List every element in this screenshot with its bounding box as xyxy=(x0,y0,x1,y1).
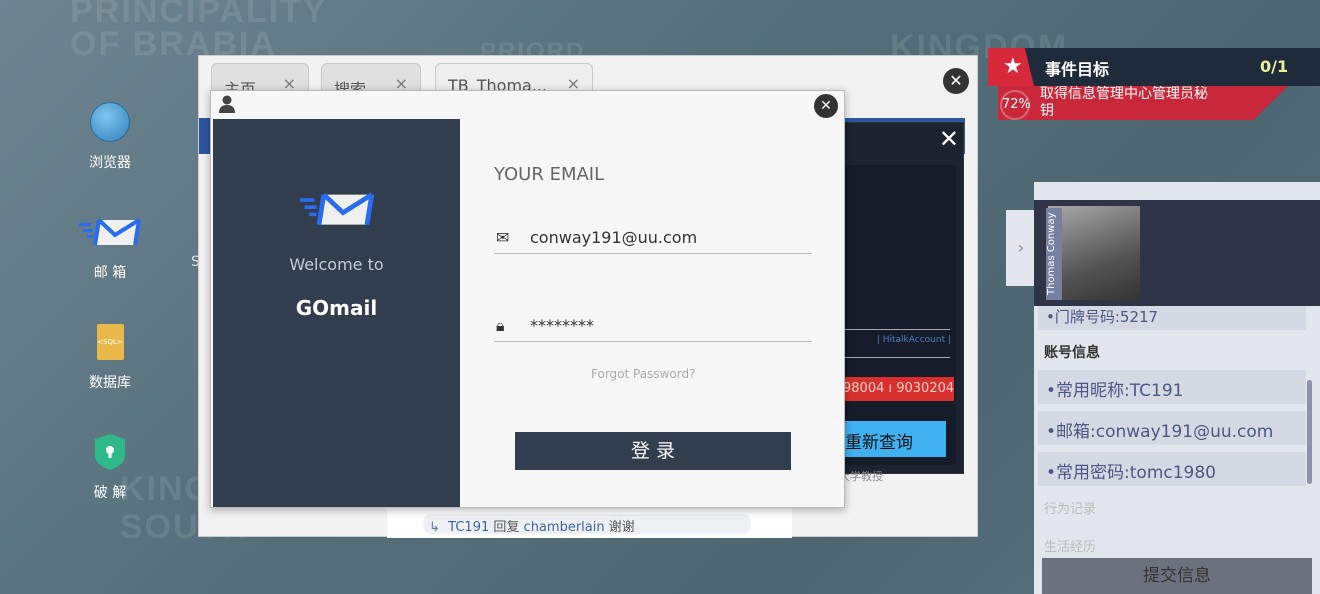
profile-panel: › Thomas Conway •门牌号码:5217 账号信息 •常用昵称:TC… xyxy=(1006,182,1320,594)
comment-target-link[interactable]: chamberlain xyxy=(524,520,605,535)
gomail-login-window: ✕ Welcome to GOmail YOUR EMAIL ✉ conway19… xyxy=(210,90,845,508)
scrollbar[interactable] xyxy=(1307,380,1312,484)
globe-icon xyxy=(75,98,145,146)
profile-name: Thomas Conway xyxy=(1046,208,1062,300)
column-label: | HitalkAccount | xyxy=(876,335,951,345)
info-item: •门牌号码:5217 xyxy=(1038,306,1306,330)
faded-item: 生活经历 xyxy=(1044,540,1097,555)
caption: 大学教授 xyxy=(839,470,883,483)
comment: ↳ TC191 回复 chamberlain 谢谢 xyxy=(423,514,751,535)
login-close-button[interactable]: ✕ xyxy=(814,94,838,118)
desktop-label: 邮 箱 xyxy=(93,265,127,281)
login-button[interactable]: 登 录 xyxy=(515,432,791,470)
desktop-database[interactable]: <SQL> 数据库 xyxy=(75,318,145,392)
info-item: •常用昵称:TC191 xyxy=(1038,370,1306,404)
desktop-mail[interactable]: 邮 箱 xyxy=(75,208,145,282)
email-heading: YOUR EMAIL xyxy=(494,164,605,185)
goal-count: 0/1 xyxy=(1260,57,1289,76)
desktop-label: 数据库 xyxy=(89,375,131,391)
panel-toggle-chevron-icon[interactable]: › xyxy=(1006,210,1036,286)
envelope-icon: ✉ xyxy=(496,228,510,247)
goal-progress: 72% xyxy=(1000,90,1031,120)
welcome-text: Welcome to xyxy=(289,255,384,274)
goal-task: 取得信息管理中心管理员秘钥 xyxy=(1040,86,1208,119)
close-icon[interactable]: ✕ xyxy=(939,125,959,153)
info-item: •常用密码:tomc1980 xyxy=(1038,452,1306,486)
email-field[interactable]: ✉ conway191@uu.com xyxy=(494,222,812,254)
desktop-label: 浏览器 xyxy=(89,155,131,171)
desktop-label: 破 解 xyxy=(93,485,127,501)
mail-icon xyxy=(75,208,145,256)
gomail-logo-icon xyxy=(213,191,460,231)
star-icon: ★ xyxy=(1003,54,1023,79)
shield-key-icon xyxy=(75,428,145,476)
sql-file-icon: <SQL> xyxy=(75,318,145,366)
result-row: 98004 ı 9030204 ı xyxy=(840,377,954,401)
user-icon xyxy=(219,95,235,117)
section-heading: 账号信息 xyxy=(1044,345,1100,361)
info-item: •邮箱:conway191@uu.com xyxy=(1038,411,1306,445)
submit-info-button[interactable]: 提交信息 xyxy=(1042,558,1312,594)
goal-title: 事件目标 xyxy=(1045,60,1110,79)
desktop-crack[interactable]: 破 解 xyxy=(75,428,145,502)
faded-item: 行为记录 xyxy=(1044,502,1097,517)
desktop-browser[interactable]: 浏览器 xyxy=(75,98,145,172)
app-name: GOmail xyxy=(295,296,378,320)
event-goal: ★ 事件目标 0/1 72% 取得信息管理中心管理员秘钥 xyxy=(988,48,1320,122)
welcome-pane: Welcome to GOmail xyxy=(213,119,460,507)
browser-close-button[interactable]: ✕ xyxy=(943,68,969,94)
requery-button[interactable]: 重新查询 xyxy=(840,421,946,457)
forgot-password-link[interactable]: Forgot Password? xyxy=(591,367,695,381)
query-dialog: ✕ | HitalkAccount | 98004 ı 9030204 ı 重新… xyxy=(839,122,964,474)
lock-icon: 🔒︎ xyxy=(496,316,505,335)
password-field[interactable]: 🔒︎ ******** xyxy=(494,310,812,342)
